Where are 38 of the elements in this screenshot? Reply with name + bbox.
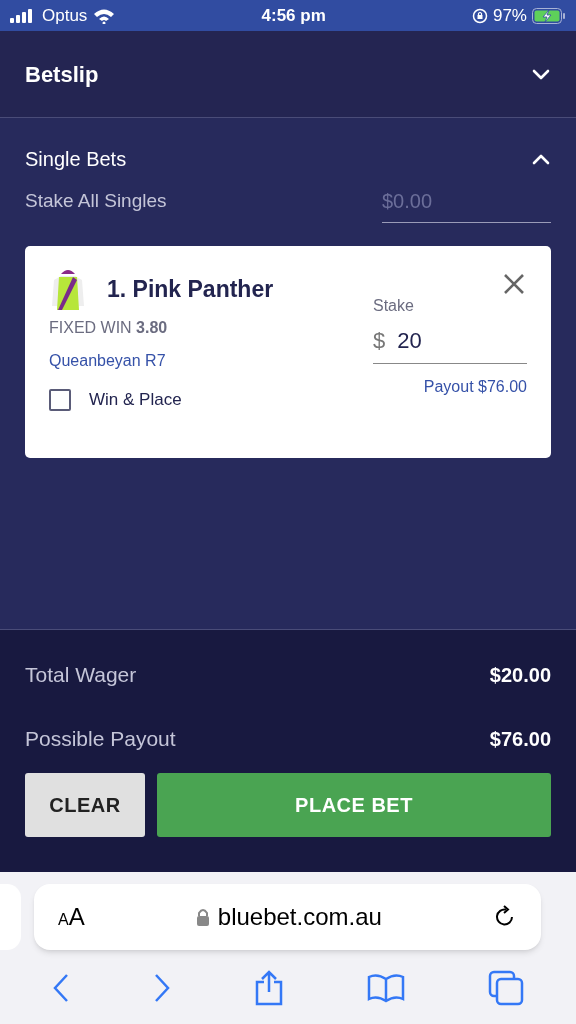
share-icon[interactable] xyxy=(253,970,284,1006)
text-size-button[interactable]: AA xyxy=(58,899,85,935)
checkbox-label: Win & Place xyxy=(89,389,182,411)
tabs-icon[interactable] xyxy=(488,970,525,1006)
bet-type: FIXED WIN 3.80 xyxy=(49,318,169,338)
stake-label: Stake xyxy=(373,296,415,316)
chevron-icon[interactable] xyxy=(531,152,551,166)
battery-percent: 97% xyxy=(492,4,527,27)
chevron-icon[interactable] xyxy=(531,67,551,81)
battery-charging-icon xyxy=(532,7,566,24)
currency-symbol: $ xyxy=(373,327,386,355)
checkbox[interactable] xyxy=(49,388,71,411)
stake-all-label: Stake All Singles xyxy=(25,188,167,213)
runner-name: 1. Pink Panther xyxy=(107,274,274,304)
back-icon[interactable] xyxy=(51,973,70,1003)
total-label: Total Wager xyxy=(25,662,137,689)
betslip-header[interactable]: Betslip xyxy=(0,31,576,118)
section-title: Single Bets xyxy=(25,147,127,172)
stake-all-field[interactable]: $0.00 xyxy=(382,186,551,223)
stake-field[interactable]: $ 20 xyxy=(373,324,527,364)
status-time: 4:56 pm xyxy=(261,4,326,27)
forward-icon[interactable] xyxy=(152,973,171,1003)
stake-value: 20 xyxy=(397,327,422,355)
carrier-name: Optus xyxy=(42,4,88,27)
race-link[interactable]: Queanbeyan R7 xyxy=(49,349,182,373)
url-text: bluebet.com.au xyxy=(217,902,382,932)
total-label: Possible Payout xyxy=(25,726,176,753)
lock-icon xyxy=(195,908,210,926)
rotation-lock-icon xyxy=(471,7,488,24)
address-bar[interactable]: AA bluebet.com.au xyxy=(34,884,541,950)
total-value: $20.00 xyxy=(489,663,551,688)
total-value: $76.00 xyxy=(489,727,551,752)
bookmarks-icon[interactable] xyxy=(367,973,406,1003)
close-icon[interactable] xyxy=(503,273,525,295)
wifi-icon xyxy=(93,7,116,24)
betslip-title: Betslip xyxy=(25,60,99,89)
clear-button[interactable]: CLEAR xyxy=(25,773,145,837)
payout-text: Payout $76.00 xyxy=(422,377,527,397)
